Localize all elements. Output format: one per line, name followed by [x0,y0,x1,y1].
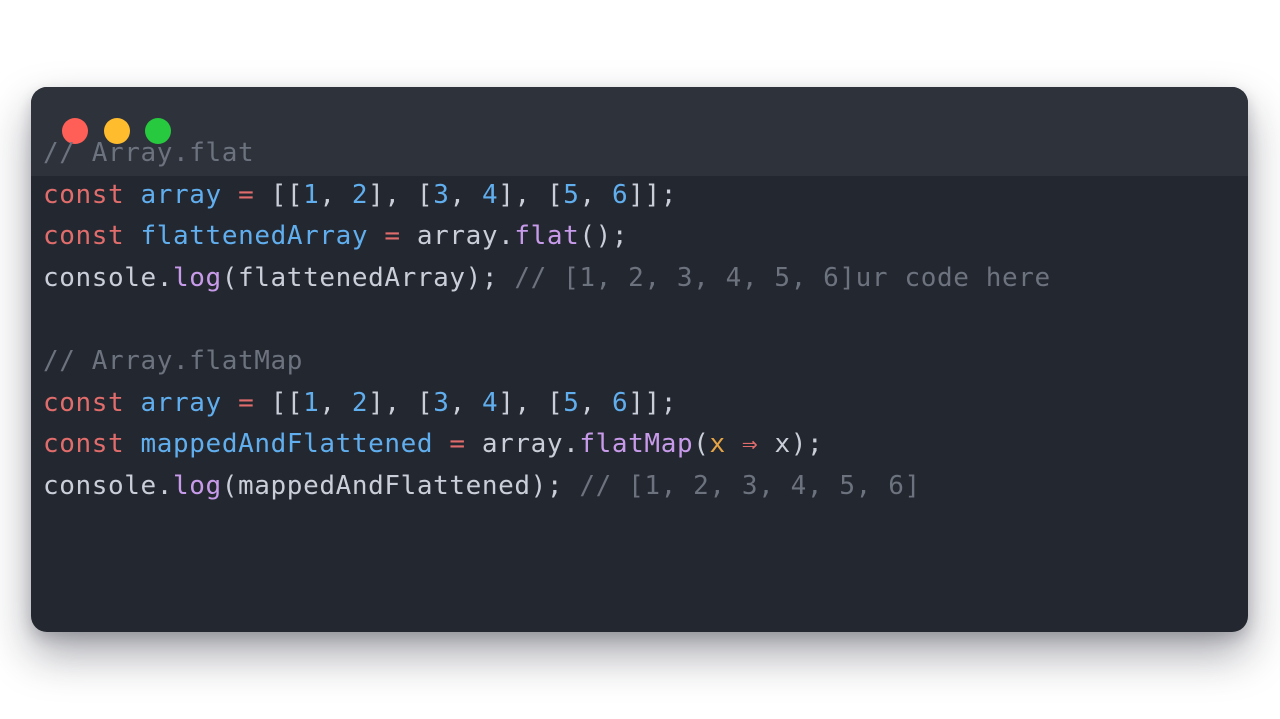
code-token-comment: // [1, 2, 3, 4, 5, 6]ur code here [514,262,1051,293]
code-token-plain: [[ [254,387,304,418]
code-token-function: flatMap [579,429,694,460]
code-token-plain: array. [400,221,515,252]
code-token-plain: , [579,179,613,210]
code-token-operator: = [238,387,255,418]
code-token-number: 5 [563,179,580,210]
code-token-plain: , [579,387,613,418]
code-token-number: 3 [433,387,450,418]
code-token-number: 6 [612,179,629,210]
code-token-function: log [173,262,222,293]
code-token-plain: x); [758,429,824,460]
code-token-plain: (mappedAndFlattened); [221,470,580,501]
code-token-number: 2 [351,387,369,418]
code-token-number: 4 [481,179,499,210]
code-token-plain: console. [43,470,174,501]
code-token-keyword: const [43,429,125,460]
code-token-number: 1 [303,387,320,418]
code-token-keyword: const [43,387,125,418]
code-line: console.log(mappedAndFlattened); // [1, … [43,466,1051,508]
code-token-plain: , [319,179,352,210]
code-token-number: 4 [481,387,499,418]
code-token-plain: [[ [254,179,304,210]
code-token-function: flat [514,221,580,252]
code-line: console.log(flattenedArray); // [1, 2, 3… [43,258,1051,300]
code-token-variable: mappedAndFlattened [140,429,434,460]
code-token-keyword: const [43,179,125,210]
code-token-plain: ( [693,429,710,460]
code-token-plain: , [449,179,482,210]
code-token-number: 2 [351,179,369,210]
code-token-plain: (flattenedArray); [221,262,515,293]
code-token-number: 5 [563,387,580,418]
code-token-variable: array [140,179,222,210]
code-line: const mappedAndFlattened = array.flatMap… [43,424,1051,466]
code-token-operator: = [449,429,466,460]
code-token-comment: // [1, 2, 3, 4, 5, 6] [579,470,921,501]
code-token-number: 6 [612,387,629,418]
code-token-plain: ]]; [628,179,678,210]
code-token-plain: ], [ [498,387,564,418]
code-token-plain: (); [579,221,629,252]
code-token-plain: , [449,387,482,418]
code-token-plain: ], [ [368,387,434,418]
code-token-number: 1 [303,179,320,210]
code-token-plain: ], [ [498,179,564,210]
code-token-variable: flattenedArray [140,221,369,252]
code-line: const array = [[1, 2], [3, 4], [5, 6]]; [43,383,1051,425]
code-token-operator: ⇒ [742,429,759,460]
code-token-operator: = [384,221,401,252]
code-line: const flattenedArray = array.flat(); [43,216,1051,258]
code-token-function: log [173,470,222,501]
code-token-plain: array. [465,429,580,460]
code-line: const array = [[1, 2], [3, 4], [5, 6]]; [43,175,1051,217]
code-token-param: x [709,429,726,460]
code-token-variable: array [140,387,222,418]
code-token-plain: console. [43,262,174,293]
code-line: // Array.flatMap [43,341,1051,383]
code-token-comment: // Array.flatMap [43,345,304,376]
code-token-number: 3 [433,179,450,210]
code-token-operator: = [238,179,255,210]
code-line: // Array.flat [43,133,1051,175]
code-token-plain: ], [ [368,179,434,210]
code-token-keyword: const [43,221,125,252]
code-token-plain: , [319,387,352,418]
code-token-comment: // Array.flat [43,138,255,168]
code-token-plain: ]]; [628,387,678,418]
code-block: // Array.flat const array = [[1, 2], [3, … [43,133,1051,507]
